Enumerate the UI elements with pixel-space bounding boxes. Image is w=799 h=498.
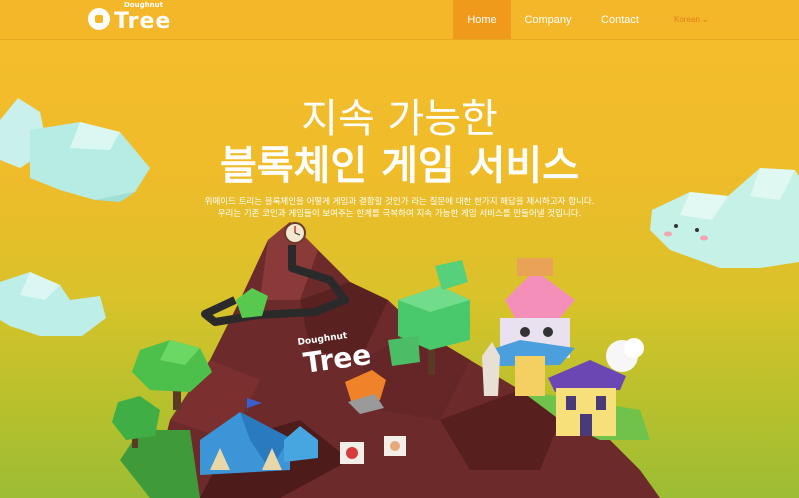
item-box-right [384,436,406,456]
language-selector[interactable]: Korean ⌄ [674,15,709,24]
cloud-left-bottom [0,272,106,336]
main-nav: Home Company Contact [453,0,655,39]
hero-description-line1: 위메이드 트리는 블록체인을 어떻게 게임과 결합할 것인가 라는 질문에 대한… [204,197,595,207]
doughnut-logo-icon [88,8,110,30]
logo-big-text: Tree [114,9,172,34]
logo[interactable]: Doughnut Tree [88,1,172,34]
chevron-down-icon: ⌄ [702,15,709,24]
nav-contact[interactable]: Contact [585,0,655,39]
logo-text: Doughnut Tree [114,1,172,34]
logo-small-text: Doughnut [124,1,163,9]
hero-description: 위메이드 트리는 블록체인을 어떻게 게임과 결합할 것인가 라는 질문에 대한… [0,196,799,220]
hero-illustration: Doughnut Tree [0,98,799,498]
top-header: Doughnut Tree Home Company Contact Korea… [0,0,799,40]
item-box-left [340,442,364,464]
language-label: Korean [674,15,700,24]
nav-home[interactable]: Home [453,0,511,39]
clock-icon [284,222,306,244]
hero-title-line2: 블록체인 게임 서비스 [219,143,580,189]
nav-company[interactable]: Company [511,0,585,39]
hero-description-line2: 우리는 기존 코인과 게임들이 보여주는 한계를 극복하여 지속 가능한 게임 … [217,209,582,219]
